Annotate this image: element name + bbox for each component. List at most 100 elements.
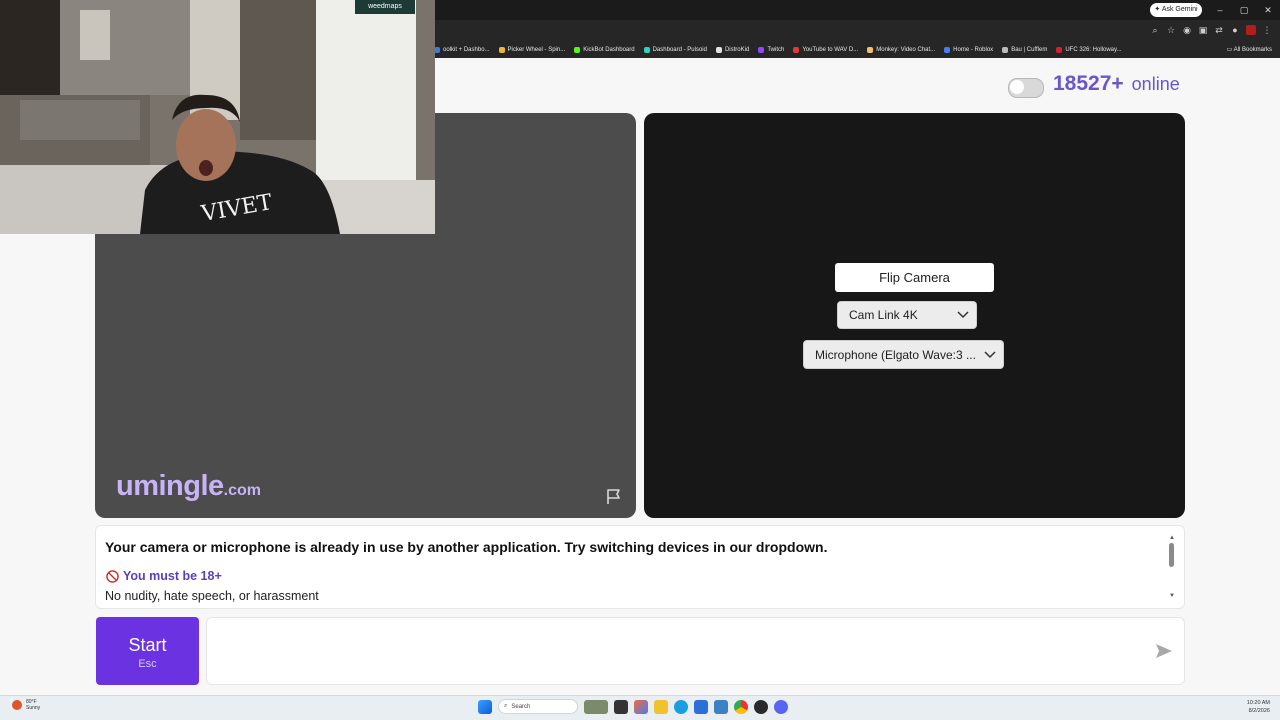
sync-icon[interactable]: ⇄ (1214, 25, 1224, 35)
device-error-message: Your camera or microphone is already in … (105, 539, 828, 555)
edge-icon[interactable] (674, 699, 688, 714)
bookmark-item[interactable]: KickBot Dashboard (574, 47, 635, 53)
restore-button[interactable]: ▢ (1232, 0, 1256, 20)
bookmark-item[interactable]: oolkit + Dashbo... (434, 47, 490, 53)
bookmark-label: YouTube to WAV D... (802, 47, 859, 53)
close-window-button[interactable]: ✕ (1256, 0, 1280, 20)
bookmark-label: UFC 326: Holloway... (1065, 47, 1122, 53)
online-count: 18527+ (1053, 72, 1124, 95)
scrollbar-thumb[interactable] (1169, 543, 1174, 567)
chrome-icon[interactable] (734, 699, 748, 714)
bookmark-favicon-icon (793, 47, 800, 53)
obs-icon[interactable] (754, 699, 768, 714)
bookmark-favicon-icon (498, 47, 505, 53)
bookmark-favicon-icon (1056, 47, 1063, 53)
task-view-icon[interactable] (614, 699, 628, 714)
report-flag-icon[interactable] (604, 487, 624, 507)
minimize-button[interactable]: – (1208, 0, 1232, 20)
bookmark-favicon-icon (1002, 47, 1009, 53)
online-label: online (1131, 74, 1180, 94)
weather-widget[interactable]: 2 80°F Sunny (10, 698, 41, 711)
bookmark-label: DistroKid (724, 47, 750, 53)
weather-condition: Sunny (26, 705, 41, 711)
all-bookmarks-button[interactable]: ▭ All Bookmarks (1227, 42, 1272, 58)
bookmark-label: Dashboard - Pulsoid (652, 47, 707, 53)
taskbar-search[interactable]: ⌕ Search (498, 699, 578, 714)
age-notice: You must be 18+ (106, 569, 222, 583)
file-explorer-icon[interactable] (654, 699, 668, 714)
bookmark-label: KickBot Dashboard (583, 47, 635, 53)
bookmark-label: Bau | Cufflem (1011, 47, 1048, 53)
weather-icon: 2 (10, 698, 22, 710)
bookmark-item[interactable]: UFC 326: Holloway... (1056, 47, 1122, 53)
chat-input[interactable] (206, 617, 1185, 685)
recording-extension-icon[interactable] (1246, 25, 1256, 35)
clock-time: 10:20 AM (1246, 700, 1270, 706)
bookmark-item[interactable]: DistroKid (715, 47, 750, 53)
clock-date: 8/2/2026 (1248, 708, 1270, 714)
bookmark-item[interactable]: Monkey: Video Chat... (867, 47, 935, 53)
bookmark-star-icon[interactable]: ☆ (1166, 25, 1176, 35)
copilot-icon[interactable] (634, 699, 648, 714)
bookmark-favicon-icon (715, 47, 722, 53)
brand-tld: .com (223, 482, 262, 499)
bookmark-item[interactable]: Bau | Cufflem (1002, 47, 1047, 53)
chevron-down-icon (977, 350, 1003, 359)
windows-start-icon[interactable] (478, 699, 492, 714)
bookmark-label: Monkey: Video Chat... (876, 47, 936, 53)
bookmark-favicon-icon (758, 47, 765, 53)
online-counter: 18527+ online (1053, 72, 1180, 102)
toggle-knob (1010, 80, 1024, 94)
system-clock[interactable]: 10:20 AM 8/2/2026 (1247, 699, 1270, 715)
bookmark-label: Home - Roblox (953, 47, 994, 53)
browser-menu-icon[interactable]: ⋮ (1262, 25, 1272, 35)
app-icon[interactable] (714, 699, 728, 714)
folder-icon: ▭ (1226, 47, 1234, 53)
start-label: Start (128, 635, 167, 655)
discord-icon[interactable] (774, 699, 788, 714)
microphone-select-value: Microphone (Elgato Wave:3 ... (815, 347, 976, 362)
age-notice-text: You must be 18+ (123, 569, 222, 583)
bookmark-favicon-icon (643, 47, 650, 53)
bookmark-list: oolkit + Dashbo... Picker Wheel - Spin...… (434, 42, 1122, 58)
bookmark-item[interactable]: YouTube to WAV D... (793, 47, 858, 53)
umingle-logo: umingle .com (116, 470, 261, 506)
start-button[interactable]: Start Esc (96, 617, 199, 685)
scroll-down-arrow[interactable]: ▼ (1168, 593, 1176, 599)
start-shortcut: Esc (138, 658, 157, 670)
no-under-18-icon (106, 569, 119, 583)
camera-select-value: Cam Link 4K (849, 308, 918, 322)
taskbar-search-placeholder: Search (511, 703, 531, 710)
scroll-up-arrow[interactable]: ▲ (1168, 535, 1176, 541)
microphone-select[interactable]: Microphone (Elgato Wave:3 ... (803, 340, 1004, 369)
profile-icon[interactable]: ● (1230, 25, 1240, 35)
brand-name: umingle (116, 470, 224, 502)
bookmark-label: oolkit + Dashbo... (443, 47, 490, 53)
flip-camera-button[interactable]: Flip Camera (835, 263, 994, 292)
message-panel[interactable]: Your camera or microphone is already in … (95, 525, 1185, 609)
extension-icon[interactable]: ◉ (1182, 25, 1192, 35)
store-icon[interactable] (694, 699, 708, 714)
rules-text: No nudity, hate speech, or harassment (105, 589, 319, 603)
bookmark-item[interactable]: Dashboard - Pulsoid (643, 47, 707, 53)
ask-gemini-button[interactable]: ✦ Ask Gemini (1150, 3, 1202, 17)
bookmark-item[interactable]: Twitch (758, 47, 784, 53)
streamer-webcam-overlay: weedmaps VIVET (0, 0, 435, 234)
news-widget-icon[interactable] (584, 699, 608, 714)
send-icon[interactable] (1154, 642, 1174, 660)
extensions-puzzle-icon[interactable]: ▣ (1198, 25, 1208, 35)
bookmark-label: Twitch (767, 47, 785, 53)
bookmark-item[interactable]: Home - Roblox (944, 47, 993, 53)
window-controls: – ▢ ✕ (1208, 0, 1280, 20)
toolbar-icons: ⌕ ☆ ◉ ▣ ⇄ ● ⋮ (1150, 25, 1272, 35)
bookmark-favicon-icon (944, 47, 951, 53)
search-icon: ⌕ (504, 703, 508, 709)
camera-select[interactable]: Cam Link 4K (837, 301, 977, 329)
bookmark-favicon-icon (574, 47, 581, 53)
taskbar-apps: ⌕ Search (478, 699, 788, 714)
zoom-icon[interactable]: ⌕ (1150, 25, 1160, 35)
bookmark-item[interactable]: Picker Wheel - Spin... (498, 47, 566, 53)
bookmark-label: Picker Wheel - Spin... (507, 47, 566, 53)
sign-text: weedmaps (367, 3, 402, 10)
bookmark-favicon-icon (867, 47, 874, 53)
